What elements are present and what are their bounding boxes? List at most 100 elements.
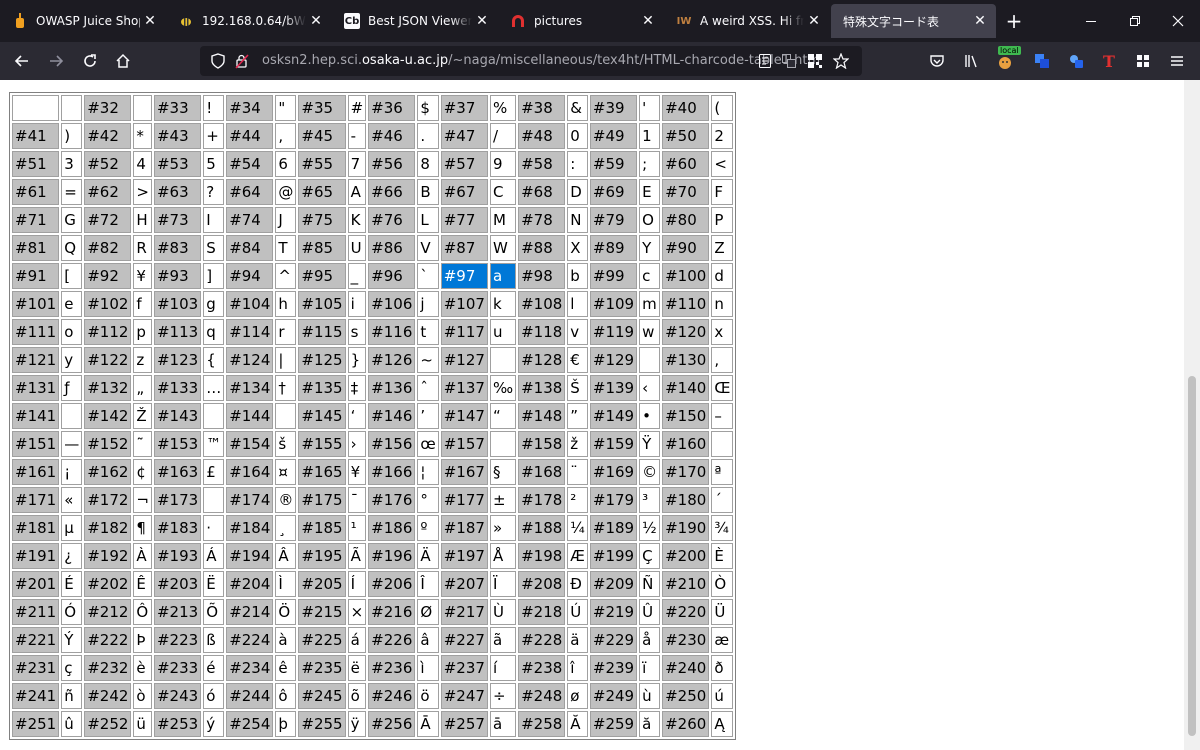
- forward-arrow-icon[interactable]: [42, 47, 70, 75]
- char-glyph-cell: “: [489, 403, 517, 429]
- char-glyph-cell: ý: [203, 711, 225, 737]
- char-glyph-cell: ²: [567, 487, 588, 513]
- char-glyph-cell: ^: [275, 263, 297, 289]
- extensions-puzzle-icon[interactable]: [1129, 47, 1157, 75]
- char-glyph-cell: ¸: [275, 515, 297, 541]
- url-text[interactable]: osksn2.hep.sci.osaka-u.ac.jp/~naga/misce…: [262, 46, 820, 76]
- library-icon[interactable]: [957, 47, 985, 75]
- char-glyph-cell: ¨: [567, 459, 588, 485]
- charcode-cell: #211: [12, 599, 60, 625]
- charcode-cell: #94: [226, 263, 274, 289]
- char-glyph-cell: ¬: [133, 487, 152, 513]
- tab-charcode-table[interactable]: 特殊文字コード表 ✕: [831, 4, 996, 38]
- charcode-cell: #131: [12, 375, 60, 401]
- new-tab-button[interactable]: +: [1000, 9, 1028, 33]
- charcode-cell: #184: [226, 515, 274, 541]
- charcode-cell: #89: [589, 235, 638, 261]
- charcode-cell: #255: [298, 711, 346, 737]
- back-arrow-icon[interactable]: [8, 47, 36, 75]
- char-glyph-cell: !: [203, 95, 225, 121]
- extension-local-icon[interactable]: local: [991, 46, 1021, 75]
- charcode-cell: #62: [84, 179, 132, 205]
- scrollbar-thumb[interactable]: [1188, 376, 1196, 736]
- char-glyph-cell: ƒ: [61, 375, 83, 401]
- bookmark-star-icon[interactable]: [832, 52, 850, 73]
- char-glyph-cell: Ï: [489, 571, 517, 597]
- reload-icon[interactable]: [76, 47, 104, 75]
- table-row: #91[#92 ¥ #93] #94 ^ #95 _ #96 ` #97 a #98 b #99 c #100…: [12, 263, 734, 289]
- charcode-cell: #152: [84, 431, 132, 457]
- shield-icon[interactable]: [210, 53, 226, 73]
- charcode-cell: #149: [589, 403, 638, 429]
- charcode-cell: #34: [226, 95, 274, 121]
- pocket-icon[interactable]: [923, 47, 951, 75]
- char-glyph-cell: y: [61, 347, 83, 373]
- table-row: #181 µ #182 ¶ #183 · #184 ¸ #185 ¹ #186 º #187» #188 ¼…: [12, 515, 734, 541]
- translate-extension-icon[interactable]: [1062, 47, 1090, 75]
- charcode-cell: #258: [518, 711, 566, 737]
- charcode-cell: #189: [589, 515, 638, 541]
- minimize-icon[interactable]: [1069, 0, 1113, 42]
- qr-code-icon[interactable]: [807, 53, 823, 73]
- char-glyph-cell: ˆ: [417, 375, 439, 401]
- charcode-cell: #86: [368, 235, 416, 261]
- char-glyph-cell: v: [567, 319, 588, 345]
- restore-icon[interactable]: [1113, 0, 1157, 42]
- reader-view-icon[interactable]: [757, 53, 773, 73]
- hamburger-menu-icon[interactable]: [1163, 47, 1191, 75]
- translate-icon[interactable]: [781, 53, 797, 73]
- char-glyph-cell: å: [639, 627, 661, 653]
- tab-weird-xss[interactable]: IW A weird XSS. Hi friends ✕: [664, 0, 830, 42]
- close-icon[interactable]: ✕: [140, 11, 160, 31]
- url-bar[interactable]: osksn2.hep.sci.osaka-u.ac.jp/~naga/misce…: [200, 46, 862, 76]
- close-icon[interactable]: ✕: [804, 11, 824, 31]
- scrollbar-track[interactable]: [1184, 80, 1200, 750]
- close-icon[interactable]: ✕: [638, 11, 658, 31]
- char-glyph-cell: ò: [133, 683, 152, 709]
- char-glyph-cell: Ì: [275, 571, 297, 597]
- charcode-cell: #250: [662, 683, 710, 709]
- tab-title: A weird XSS. Hi friends: [700, 14, 804, 28]
- char-glyph-cell: ©: [639, 459, 661, 485]
- char-glyph-cell: $: [417, 95, 439, 121]
- char-glyph-cell: õ: [347, 683, 367, 709]
- translator-extension-icon[interactable]: [1028, 47, 1056, 75]
- tab-bwapp[interactable]: 192.168.0.64/bWAPP/r ✕: [166, 0, 332, 42]
- char-glyph-cell: [639, 347, 661, 373]
- tab-owasp-juice-shop[interactable]: OWASP Juice Shop ✕: [0, 0, 166, 42]
- charcode-cell: #177: [440, 487, 488, 513]
- char-glyph-cell: #: [347, 95, 367, 121]
- charcode-cell: #137: [440, 375, 488, 401]
- charcode-cell: #216: [368, 599, 416, 625]
- table-row: #211 Ó #212 Ô #213 Õ #214 Ö #215 × #216 Ø #217 Ù #218 Ú…: [12, 599, 734, 625]
- char-glyph-cell: ÿ: [347, 711, 367, 737]
- close-icon[interactable]: ✕: [970, 11, 990, 31]
- char-glyph-cell: R: [133, 235, 152, 261]
- charcode-cell: #186: [368, 515, 416, 541]
- t-extension-icon[interactable]: T: [1095, 47, 1123, 75]
- charcode-cell: #74: [226, 207, 274, 233]
- close-icon[interactable]: ✕: [306, 11, 326, 31]
- charcode-cell: #47: [440, 123, 488, 149]
- charcode-cell: #64: [226, 179, 274, 205]
- page-content: #32 #33! #34 " #35 # #36 $ #37% #38 & #39 ' #40(#41) #…: [0, 80, 1200, 750]
- char-glyph-cell: 7: [347, 151, 367, 177]
- lock-warning-icon[interactable]: [234, 53, 250, 73]
- char-glyph-cell: F: [711, 179, 734, 205]
- charcode-cell: #109: [589, 291, 638, 317]
- home-icon[interactable]: [109, 47, 137, 75]
- window-close-icon[interactable]: [1156, 0, 1200, 42]
- close-icon[interactable]: ✕: [472, 11, 492, 31]
- tab-pictures[interactable]: pictures ✕: [498, 0, 664, 42]
- charcode-cell: #224: [226, 627, 274, 653]
- char-glyph-cell: ô: [275, 683, 297, 709]
- tab-json-viewer[interactable]: Cb Best JSON Viewer and ✕: [332, 0, 498, 42]
- char-glyph-cell: Á: [203, 543, 225, 569]
- char-glyph-cell: Å: [489, 543, 517, 569]
- char-glyph-cell: N: [567, 207, 588, 233]
- char-glyph-cell: º: [417, 515, 439, 541]
- charcode-cell: #82: [84, 235, 132, 261]
- char-glyph-cell: ¿: [61, 543, 83, 569]
- charcode-cell: #107: [440, 291, 488, 317]
- charcode-cell: #128: [518, 347, 566, 373]
